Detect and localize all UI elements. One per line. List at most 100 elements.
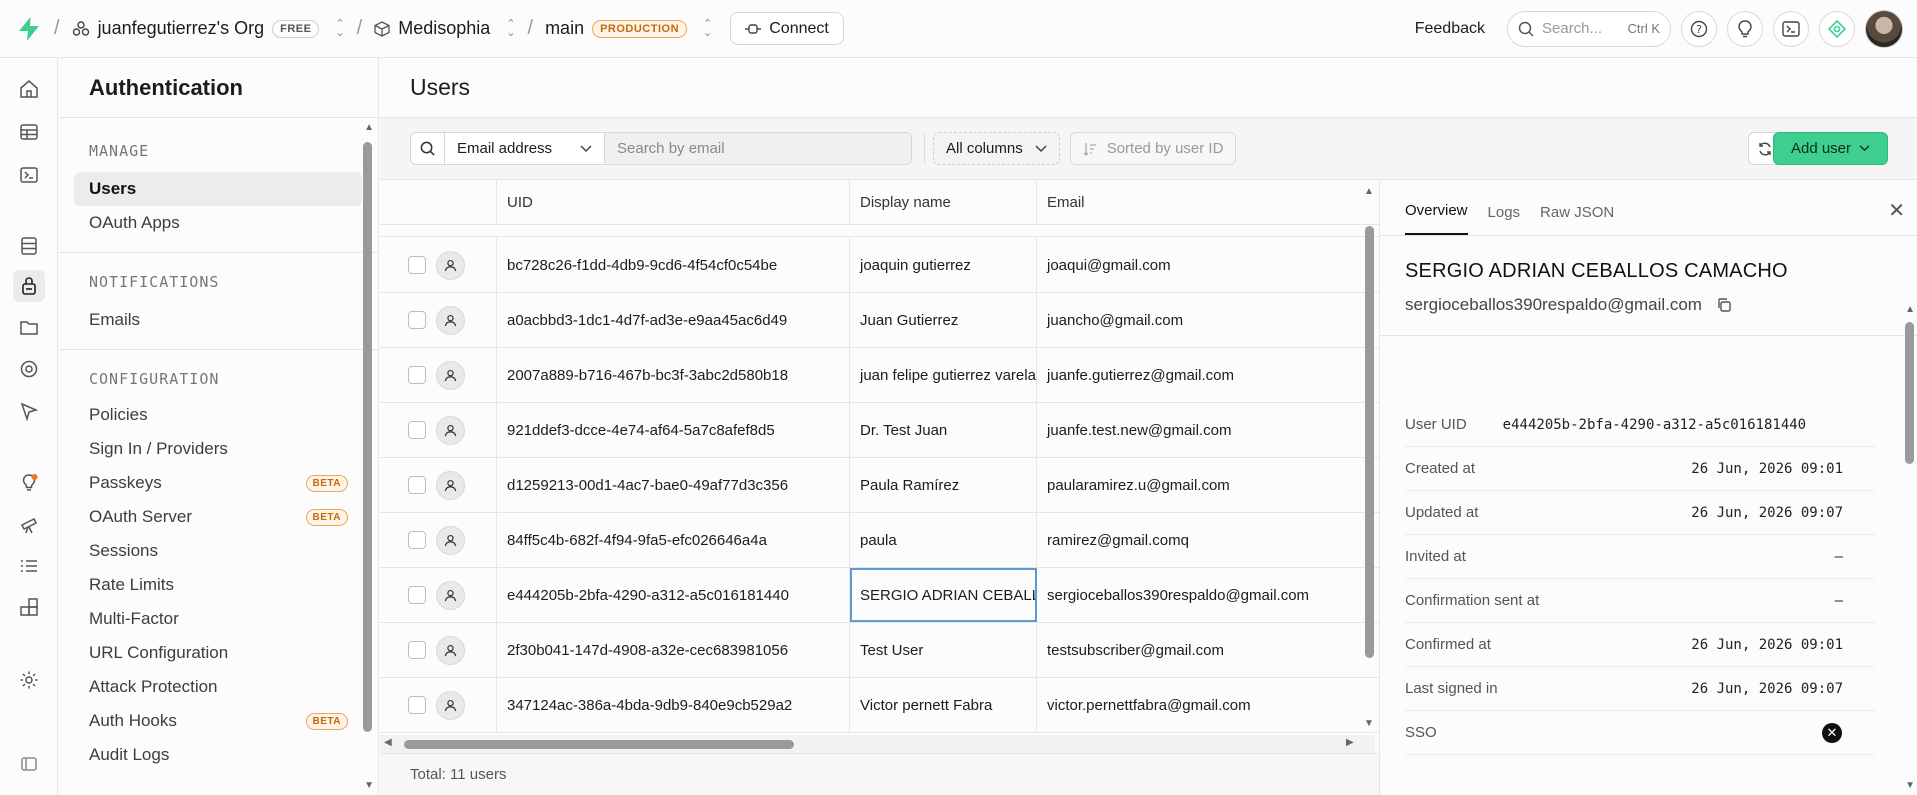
- global-search[interactable]: Search... Ctrl K: [1507, 10, 1671, 47]
- scroll-up-arrow-icon[interactable]: ▲: [1364, 186, 1374, 197]
- sql-editor-icon[interactable]: [13, 159, 45, 191]
- sidebar-item-sessions[interactable]: Sessions: [74, 534, 362, 568]
- column-header-display-name[interactable]: Display name: [850, 180, 1037, 224]
- email-cell[interactable]: sergioceballos390respaldo@gmail.com: [1037, 568, 1362, 622]
- display-name-cell[interactable]: SERGIO ADRIAN CEBALLOS CAMACHO: [850, 568, 1037, 622]
- column-header-uid[interactable]: UID: [497, 180, 850, 224]
- authentication-icon[interactable]: [13, 270, 45, 302]
- integrations-icon[interactable]: [13, 592, 45, 624]
- copy-icon[interactable]: [1716, 297, 1732, 313]
- sidebar-item-url-configuration[interactable]: URL Configuration: [74, 636, 362, 670]
- branch-switcher[interactable]: main PRODUCTION ⌃ ⌄: [545, 18, 712, 39]
- scroll-down-arrow-icon[interactable]: ▼: [1905, 780, 1915, 791]
- sidebar-item-oauth-server[interactable]: OAuth Server BETA: [74, 500, 362, 534]
- detail-scrollbar[interactable]: [1905, 322, 1914, 464]
- row-checkbox[interactable]: [408, 421, 426, 439]
- tips-button[interactable]: [1727, 10, 1763, 47]
- email-cell[interactable]: juanfe.gutierrez@gmail.com: [1037, 348, 1362, 402]
- uid-cell[interactable]: a0acbbd3-1dc1-4d7f-ad3e-e9aa45ac6d49: [497, 293, 850, 347]
- sidebar-item-auth-hooks[interactable]: Auth Hooks BETA: [74, 704, 362, 738]
- sidebar-item-attack-protection[interactable]: Attack Protection: [74, 670, 362, 704]
- scroll-down-arrow-icon[interactable]: ▼: [364, 780, 374, 791]
- collapse-sidebar-icon[interactable]: [13, 748, 45, 780]
- sidebar-item-policies[interactable]: Policies: [74, 398, 362, 432]
- uid-cell[interactable]: 347124ac-386a-4bda-9db9-840e9cb529a2: [497, 678, 850, 732]
- scroll-left-arrow-icon[interactable]: ◀: [384, 737, 392, 748]
- project-switcher[interactable]: Medisophia ⌃ ⌄: [374, 18, 516, 39]
- uid-cell[interactable]: bc728c26-f1dd-4db9-9cd6-4f54cf0c54be: [497, 238, 850, 292]
- scroll-up-arrow-icon[interactable]: ▲: [1905, 304, 1915, 315]
- org-switcher[interactable]: juanfegutierrez's Org FREE ⌃ ⌄: [72, 18, 345, 39]
- row-checkbox[interactable]: [408, 256, 426, 274]
- sidebar-item-sign-in-providers[interactable]: Sign In / Providers: [74, 432, 362, 466]
- row-checkbox[interactable]: [408, 311, 426, 329]
- realtime-icon[interactable]: [13, 395, 45, 427]
- row-checkbox[interactable]: [408, 531, 426, 549]
- home-icon[interactable]: [13, 73, 45, 105]
- display-name-cell[interactable]: Dr. Test Juan: [850, 403, 1037, 457]
- scroll-up-arrow-icon[interactable]: ▲: [364, 122, 374, 133]
- tab-logs[interactable]: Logs: [1488, 204, 1521, 235]
- close-panel-icon[interactable]: ✕: [1888, 198, 1905, 223]
- sql-console-button[interactable]: [1773, 10, 1809, 47]
- email-cell[interactable]: juanfe.test.new@gmail.com: [1037, 403, 1362, 457]
- add-user-button[interactable]: Add user: [1773, 132, 1888, 165]
- email-cell[interactable]: paularamirez.u@gmail.com: [1037, 458, 1362, 512]
- display-name-cell[interactable]: Paula Ramírez: [850, 458, 1037, 512]
- email-cell[interactable]: victor.pernettfabra@gmail.com: [1037, 678, 1362, 732]
- email-cell[interactable]: juancho@gmail.com: [1037, 293, 1362, 347]
- email-search-input[interactable]: Search by email: [605, 133, 911, 164]
- tab-raw-json[interactable]: Raw JSON: [1540, 204, 1614, 235]
- help-button[interactable]: ?: [1681, 10, 1717, 47]
- table-vertical-scrollbar[interactable]: [1365, 226, 1374, 658]
- sidebar-item-rate-limits[interactable]: Rate Limits: [74, 568, 362, 602]
- advisors-icon[interactable]: [13, 467, 45, 499]
- uid-cell[interactable]: 2f30b041-147d-4908-a32e-cec683981056: [497, 623, 850, 677]
- assistant-button[interactable]: [1819, 10, 1855, 47]
- email-cell[interactable]: ramirez@gmail.comq: [1037, 513, 1362, 567]
- connect-button[interactable]: Connect: [730, 12, 844, 45]
- observability-icon[interactable]: [13, 509, 45, 541]
- display-name-cell[interactable]: juan felipe gutierrez varela: [850, 348, 1037, 402]
- table-editor-icon[interactable]: [13, 116, 45, 148]
- uid-cell[interactable]: d1259213-00d1-4ac7-bae0-49af77d3c356: [497, 458, 850, 512]
- email-cell[interactable]: testsubscriber@gmail.com: [1037, 623, 1362, 677]
- uid-cell[interactable]: 84ff5c4b-682f-4f94-9fa5-efc026646a4a: [497, 513, 850, 567]
- row-checkbox[interactable]: [408, 476, 426, 494]
- user-avatar[interactable]: [1865, 9, 1903, 48]
- sidebar-item-passkeys[interactable]: Passkeys BETA: [74, 466, 362, 500]
- display-name-cell[interactable]: paula: [850, 513, 1037, 567]
- display-name-cell[interactable]: Test User: [850, 623, 1037, 677]
- display-name-cell[interactable]: joaquin gutierrez: [850, 238, 1037, 292]
- database-icon[interactable]: [13, 230, 45, 262]
- supabase-logo-icon[interactable]: [0, 16, 58, 41]
- row-checkbox[interactable]: [408, 366, 426, 384]
- logs-icon[interactable]: [13, 550, 45, 582]
- tab-overview[interactable]: Overview: [1405, 202, 1468, 235]
- settings-gear-icon[interactable]: [13, 664, 45, 696]
- horizontal-scrollbar[interactable]: [404, 740, 794, 749]
- scroll-down-arrow-icon[interactable]: ▼: [1364, 718, 1374, 729]
- filter-field-select[interactable]: Email address: [445, 133, 605, 164]
- sidebar-item-audit-logs[interactable]: Audit Logs: [74, 738, 362, 772]
- sidebar-item-emails[interactable]: Emails: [74, 303, 362, 337]
- uid-cell[interactable]: e444205b-2bfa-4290-a312-a5c016181440: [497, 568, 850, 622]
- row-checkbox[interactable]: [408, 696, 426, 714]
- storage-icon[interactable]: [13, 311, 45, 343]
- scroll-right-arrow-icon[interactable]: ▶: [1346, 737, 1354, 748]
- uid-cell[interactable]: 2007a889-b716-467b-bc3f-3abc2d580b18: [497, 348, 850, 402]
- feedback-link[interactable]: Feedback: [1415, 20, 1485, 38]
- row-checkbox[interactable]: [408, 641, 426, 659]
- edge-functions-icon[interactable]: [13, 353, 45, 385]
- row-checkbox[interactable]: [408, 586, 426, 604]
- display-name-cell[interactable]: Victor pernett Fabra: [850, 678, 1037, 732]
- display-name-cell[interactable]: Juan Gutierrez: [850, 293, 1037, 347]
- email-cell[interactable]: joaqui@gmail.com: [1037, 238, 1362, 292]
- column-header-email[interactable]: Email: [1037, 180, 1362, 224]
- sidebar-scrollbar[interactable]: [363, 142, 372, 732]
- uid-cell[interactable]: 921ddef3-dcce-4e74-af64-5a7c8afef8d5: [497, 403, 850, 457]
- sidebar-item-users[interactable]: Users: [74, 172, 362, 206]
- sort-button[interactable]: Sorted by user ID: [1069, 132, 1237, 165]
- columns-filter[interactable]: All columns: [933, 132, 1060, 165]
- sidebar-item-multi-factor[interactable]: Multi-Factor: [74, 602, 362, 636]
